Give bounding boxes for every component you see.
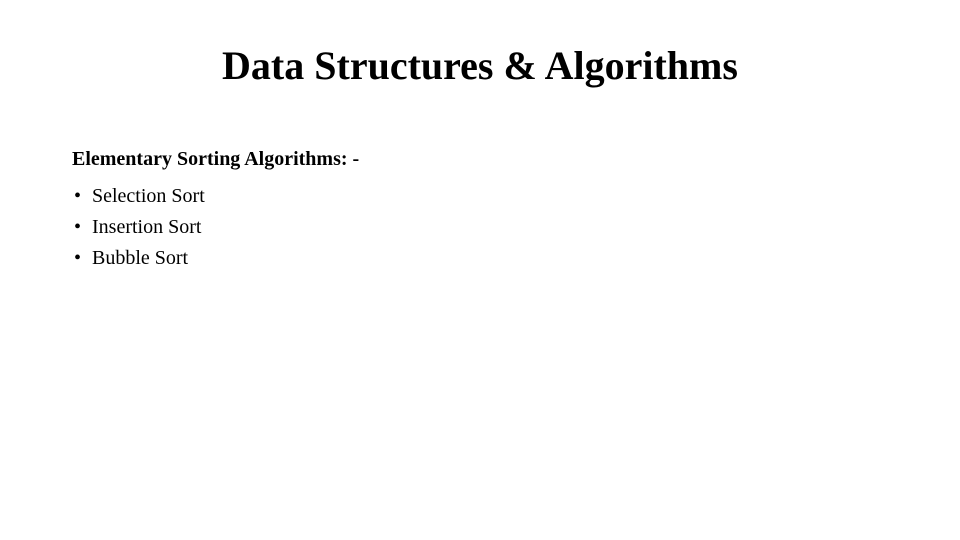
- slide-content: Elementary Sorting Algorithms: - Selecti…: [72, 148, 359, 274]
- list-item: Bubble Sort: [74, 243, 359, 274]
- list-item: Insertion Sort: [74, 212, 359, 243]
- list-item: Selection Sort: [74, 181, 359, 212]
- slide-title: Data Structures & Algorithms: [0, 42, 960, 89]
- bullet-list: Selection Sort Insertion Sort Bubble Sor…: [72, 181, 359, 274]
- subtitle: Elementary Sorting Algorithms: -: [72, 148, 359, 171]
